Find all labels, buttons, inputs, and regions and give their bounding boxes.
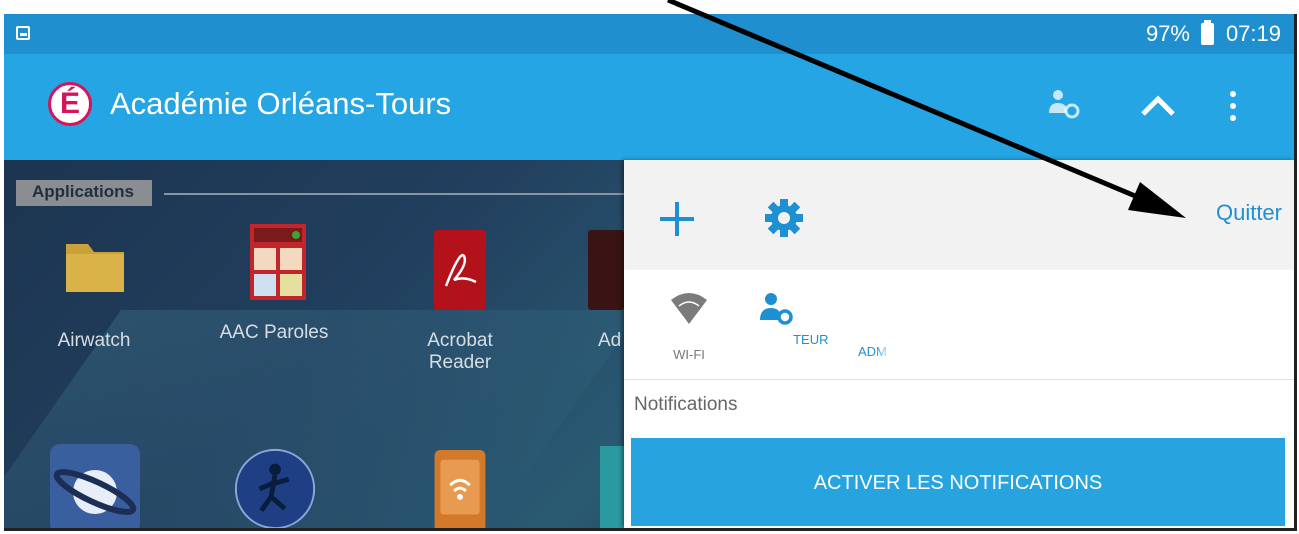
quick-settings-panel: Quitter WI-FI TEUR ADM Notifications ACT… xyxy=(624,160,1294,528)
screenshot-frame: 97% 07:19 É Académie Orléans-Tours Appli… xyxy=(0,0,1299,534)
image-notification-icon xyxy=(16,26,30,40)
wifi-device-icon[interactable] xyxy=(430,448,490,531)
tile-icon-placeholder xyxy=(870,290,910,330)
folder-icon xyxy=(66,244,124,292)
tablet-screen: 97% 07:19 É Académie Orléans-Tours Appli… xyxy=(4,14,1297,531)
app-airwatch[interactable]: Airwatch xyxy=(34,230,154,352)
tile-label: TEUR xyxy=(793,332,829,347)
app-label: Acrobat Reader xyxy=(427,330,493,373)
quick-tiles: WI-FI TEUR ADM xyxy=(624,270,1294,380)
tile-label: ADM xyxy=(850,344,887,359)
app-label: Airwatch xyxy=(57,330,131,351)
app-label: Ad xyxy=(598,330,622,351)
runner-globe-icon[interactable] xyxy=(232,446,320,531)
logo-letter: É xyxy=(59,87,80,120)
battery-icon xyxy=(1201,20,1214,45)
saturn-icon[interactable] xyxy=(50,444,140,531)
app-icon xyxy=(588,230,624,310)
user-gear-icon xyxy=(760,293,794,325)
admin-user-gear-icon[interactable] xyxy=(1044,85,1084,125)
panel-divider xyxy=(624,379,1294,380)
tile-wifi[interactable]: WI-FI xyxy=(664,290,714,362)
aac-paroles-icon xyxy=(250,224,306,300)
quit-button[interactable]: Quitter xyxy=(1216,200,1282,226)
acrobat-reader-icon xyxy=(434,230,486,310)
app-icon[interactable] xyxy=(600,446,624,528)
tile-admin[interactable]: ADM xyxy=(850,290,930,359)
applications-section-label: Applications xyxy=(16,180,153,206)
status-bar: 97% 07:19 xyxy=(4,14,1294,54)
app-ad[interactable]: Ad xyxy=(564,230,624,352)
gear-icon[interactable] xyxy=(764,198,804,238)
clock: 07:19 xyxy=(1225,21,1281,46)
app-bar: É Académie Orléans-Tours xyxy=(4,54,1294,160)
battery-percent: 97% xyxy=(1145,21,1190,46)
app-aac-paroles[interactable]: AAC Paroles xyxy=(214,222,334,344)
tile-user[interactable]: TEUR xyxy=(752,290,832,347)
app-label: AAC Paroles xyxy=(219,322,329,343)
plus-icon[interactable] xyxy=(658,200,696,238)
overflow-menu-icon[interactable] xyxy=(1228,90,1238,122)
app-acrobat-reader[interactable]: Acrobat Reader xyxy=(400,230,520,374)
app-title: Académie Orléans-Tours xyxy=(110,86,452,121)
panel-toolbar: Quitter xyxy=(624,160,1294,270)
academie-logo: É xyxy=(48,82,92,126)
section-divider xyxy=(164,193,624,195)
enable-notifications-button[interactable]: ACTIVER LES NOTIFICATIONS xyxy=(631,438,1285,526)
chevron-up-icon[interactable] xyxy=(1137,84,1179,124)
wifi-icon xyxy=(671,293,707,324)
tile-label: WI-FI xyxy=(673,347,705,362)
notifications-label: Notifications xyxy=(634,394,738,415)
